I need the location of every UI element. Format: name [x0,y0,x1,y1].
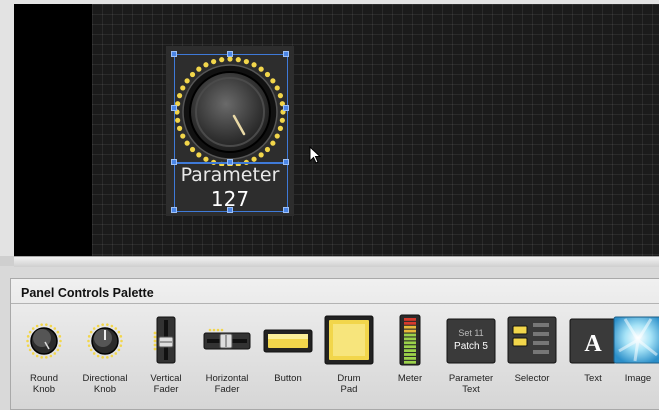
round-knob-icon [26,323,62,359]
resize-handle[interactable] [171,105,177,111]
palette-item-meter[interactable]: Meter [379,309,441,405]
palette-title: Panel Controls Palette [21,286,154,300]
parameter-text-icon: Set 11 Patch 5 [446,318,496,364]
resize-handle[interactable] [171,207,177,213]
palette-item-parameter-text[interactable]: Set 11 Patch 5 Parameter Text [440,309,502,405]
button-icon [263,329,313,353]
meter-icon [399,314,421,366]
image-icon [613,316,659,364]
palette-item-drum-pad[interactable]: Drum Pad [318,309,380,405]
palette-item-label: Button [274,373,302,384]
mouse-cursor-icon [309,146,322,164]
knob-selection-box [174,54,288,164]
label-selection-box [174,162,288,212]
scrollbar-corner [0,256,14,266]
palette-item-button[interactable]: Button [257,309,319,405]
palette-item-label: Meter [397,373,423,384]
palette-item-vertical-fader[interactable]: Vertical Fader [135,309,197,405]
directional-knob-icon [87,323,123,359]
param-text-line2: Patch 5 [454,341,488,352]
vertical-fader-icon [153,316,176,364]
palette-item-label: Selector [514,373,550,384]
palette-item-label: Vertical Fader [150,373,182,395]
resize-handle[interactable] [283,51,289,57]
resize-handle[interactable] [171,51,177,57]
palette-item-label: Horizontal Fader [205,373,249,395]
panel-editor [0,0,659,267]
horizontal-scrollbar[interactable] [14,256,659,267]
text-preview-glyph: A [584,331,602,357]
palette-item-selector[interactable]: Selector [501,309,563,405]
palette-item-round-knob[interactable]: Round Knob [13,309,75,405]
resize-handle[interactable] [283,105,289,111]
palette-item-label: Drum Pad [337,373,361,395]
resize-handle[interactable] [227,51,233,57]
palette-item-label: Directional Knob [82,373,128,395]
drum-pad-icon [324,315,374,365]
palette-item-directional-knob[interactable]: Directional Knob [74,309,136,405]
resize-handle[interactable] [227,207,233,213]
param-text-line1: Set 11 [458,328,483,338]
palette-item-label: Parameter Text [448,373,494,395]
panel-canvas-frame [14,4,659,256]
resize-handle[interactable] [171,159,177,165]
horizontal-fader-icon [203,328,251,350]
palette-item-label: Round Knob [30,373,58,395]
palette-item-image[interactable]: Image [607,309,659,405]
palette-item-horizontal-fader[interactable]: Horizontal Fader [196,309,258,405]
panel-controls-palette: Panel Controls Palette Round Knob Direct… [10,278,659,410]
resize-handle[interactable] [283,159,289,165]
selector-icon [507,316,557,364]
palette-item-label: Image [624,373,652,384]
resize-handle[interactable] [227,159,233,165]
palette-divider [11,303,659,304]
resize-handle[interactable] [283,207,289,213]
